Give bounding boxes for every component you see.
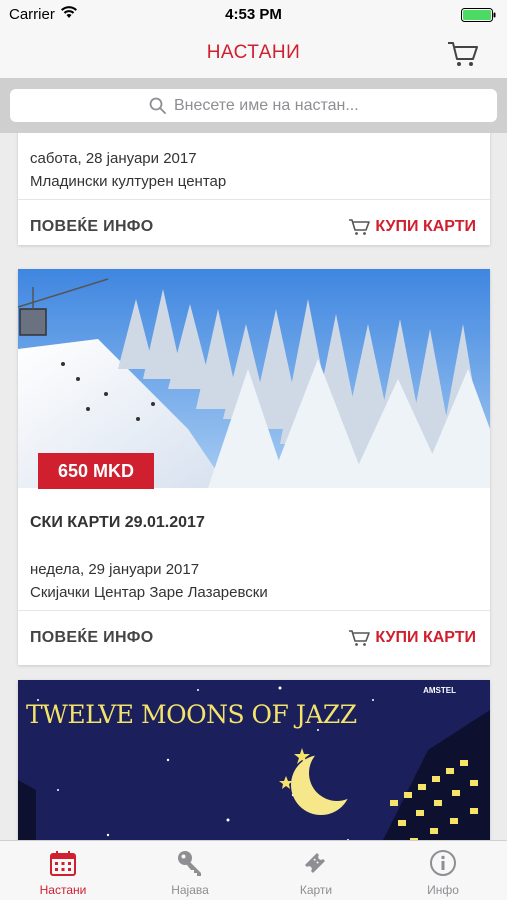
event-venue: Младински културен центар xyxy=(30,173,227,190)
status-bar: Carrier 4:53 PM xyxy=(0,0,507,30)
cart-icon xyxy=(349,630,371,646)
event-title[interactable]: СКИ КАРТИ 29.01.2017 xyxy=(30,514,205,532)
calendar-icon xyxy=(50,851,76,876)
tab-label: Инфо xyxy=(427,883,459,897)
buy-tickets-button[interactable]: КУПИ КАРТИ xyxy=(348,218,476,236)
price-badge: 650 MKD xyxy=(38,453,154,489)
search-bar xyxy=(0,78,507,133)
tab-label: Настани xyxy=(39,883,87,897)
event-date: недела, 29 јануари 2017 xyxy=(30,561,200,578)
battery-icon xyxy=(461,8,496,22)
page-title: НАСТАНИ xyxy=(206,42,301,63)
key-icon xyxy=(178,851,201,876)
navigation-bar: НАСТАНИ xyxy=(0,30,507,78)
buy-tickets-label: КУПИ КАРТИ xyxy=(375,218,476,235)
sponsor-logo: AMSTEL xyxy=(423,686,456,695)
banner-text: TWELVE MOONS OF JAZZ xyxy=(26,700,357,729)
tab-login[interactable]: Најава xyxy=(127,841,253,900)
event-date: сабота, 28 јануари 2017 xyxy=(30,150,197,167)
more-info-button[interactable]: ПОВЕЌЕ ИНФО xyxy=(30,218,154,236)
tab-label: Карти xyxy=(299,883,333,897)
cart-icon[interactable] xyxy=(447,40,479,68)
search-input[interactable] xyxy=(174,92,474,119)
ticket-icon xyxy=(305,853,325,873)
info-icon xyxy=(430,850,456,876)
tab-tickets[interactable]: Карти xyxy=(253,841,379,900)
tab-info[interactable]: Инфо xyxy=(380,841,506,900)
clock: 4:53 PM xyxy=(225,6,282,23)
event-card: сабота, 28 јануари 2017 Младински култур… xyxy=(18,133,490,245)
event-card: 650 MKD СКИ КАРТИ 29.01.2017 недела, 29 … xyxy=(18,269,490,665)
search-box[interactable] xyxy=(10,89,497,122)
tab-label: Најава xyxy=(171,883,209,897)
event-card: TWELVE MOONS OF JAZZ AMSTEL xyxy=(18,680,490,840)
divider xyxy=(18,199,490,200)
event-feed[interactable]: сабота, 28 јануари 2017 Младински култур… xyxy=(0,133,507,840)
tab-bar: Настани Најава Карти Инфо xyxy=(0,840,507,900)
buy-tickets-label: КУПИ КАРТИ xyxy=(375,629,476,646)
buy-tickets-button[interactable]: КУПИ КАРТИ xyxy=(348,629,476,647)
tab-events[interactable]: Настани xyxy=(0,841,126,900)
search-icon xyxy=(149,97,166,114)
more-info-button[interactable]: ПОВЕЌЕ ИНФО xyxy=(30,629,154,647)
divider xyxy=(18,610,490,611)
event-venue: Скијачки Центар Заре Лазаревски xyxy=(30,584,268,601)
cart-icon xyxy=(349,219,371,235)
